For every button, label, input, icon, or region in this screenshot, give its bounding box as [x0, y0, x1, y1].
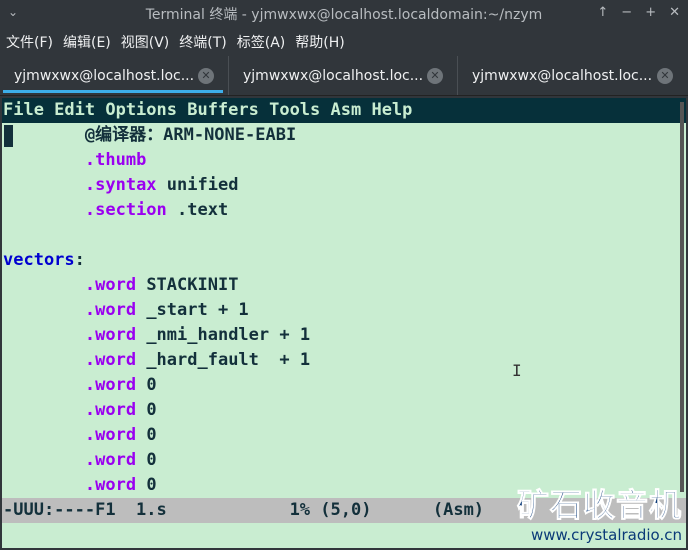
- window-menu-button[interactable]: ⌄: [8, 5, 18, 19]
- tab-label: yjmwxwx@localhost.loc...: [243, 67, 424, 84]
- code-directive: .word: [84, 400, 137, 420]
- maximize-button[interactable]: +: [645, 5, 656, 20]
- code-line: vectors:: [2, 248, 686, 273]
- code-line: .word 0: [2, 448, 686, 473]
- code-line: @编译器：ARM-NONE-EABI: [2, 123, 686, 148]
- menu-file[interactable]: 文件(F): [6, 32, 53, 52]
- code-text: _nmi_handler + 1: [136, 325, 311, 345]
- code-text: .text: [166, 200, 229, 220]
- close-tab-icon[interactable]: ✕: [427, 67, 443, 84]
- keep-above-button[interactable]: ↑: [597, 5, 608, 20]
- code-line: .word 0: [2, 373, 686, 398]
- code-text: 0: [136, 425, 157, 445]
- code-text: STACKINIT: [136, 275, 239, 295]
- text-cursor: [4, 125, 13, 147]
- code-directive: .word: [84, 325, 137, 345]
- code-text: _start + 1: [136, 300, 249, 320]
- code-directive: .word: [84, 300, 137, 320]
- code-line: .syntax unified: [2, 173, 686, 198]
- minimize-button[interactable]: −: [621, 5, 632, 20]
- close-tab-icon[interactable]: ✕: [198, 67, 214, 84]
- code-line: .word 0: [2, 398, 686, 423]
- code-line: .word _nmi_handler + 1: [2, 323, 686, 348]
- emacs-menu-bar[interactable]: File Edit Options Buffers Tools Asm Help: [2, 98, 686, 123]
- title-bar: ⌄ Terminal 终端 - yjmwxwx@localhost.locald…: [0, 0, 688, 28]
- code-text: 0: [136, 375, 157, 395]
- menu-view[interactable]: 视图(V): [121, 32, 170, 52]
- code-line: .word 0: [2, 423, 686, 448]
- code-text: 0: [136, 475, 157, 495]
- code-line: .thumb: [2, 148, 686, 173]
- code-text: 0: [136, 450, 157, 470]
- menu-terminal[interactable]: 终端(T): [179, 32, 226, 52]
- code-directive: .word: [84, 425, 137, 445]
- code-directive: .word: [84, 450, 137, 470]
- code-line: .word _start + 1: [2, 298, 686, 323]
- code-text: _hard_fault + 1: [136, 350, 311, 370]
- tab-2[interactable]: yjmwxwx@localhost.loc... ✕: [229, 56, 458, 95]
- tab-label: yjmwxwx@localhost.loc...: [472, 67, 653, 84]
- menu-tabs[interactable]: 标签(A): [237, 32, 286, 52]
- code-directive: .syntax: [84, 175, 157, 195]
- scrollbar[interactable]: [680, 102, 684, 492]
- tab-bar: yjmwxwx@localhost.loc... ✕ yjmwxwx@localh…: [0, 56, 688, 96]
- watermark-title: 矿石收音机: [516, 486, 682, 525]
- code-directive: .word: [84, 275, 137, 295]
- code-buffer: @编译器：ARM-NONE-EABI .thumb .syntax unifie…: [2, 123, 686, 498]
- menu-bar: 文件(F) 编辑(E) 视图(V) 终端(T) 标签(A) 帮助(H): [0, 28, 688, 56]
- code-line: .word _hard_fault + 1: [2, 348, 686, 373]
- code-line: .section .text: [2, 198, 686, 223]
- window-title: Terminal 终端 - yjmwxwx@localhost.localdom…: [145, 7, 543, 23]
- code-directive: .section: [84, 200, 167, 220]
- code-text: unified: [156, 175, 239, 195]
- code-text: @编译器：ARM-NONE-EABI: [84, 125, 297, 145]
- watermark: 矿石收音机 www.crystalradio.cn: [516, 480, 682, 545]
- ibeam-cursor-icon: I: [512, 361, 522, 380]
- code-text: 0: [136, 400, 157, 420]
- code-directive: .word: [84, 350, 137, 370]
- code-text: :: [74, 250, 85, 270]
- code-line: .word STACKINIT: [2, 273, 686, 298]
- tab-label: yjmwxwx@localhost.loc...: [14, 67, 195, 84]
- watermark-url: www.crystalradio.cn: [530, 526, 682, 544]
- tab-3[interactable]: yjmwxwx@localhost.loc... ✕: [458, 56, 687, 95]
- code-directive: .thumb: [84, 150, 147, 170]
- menu-help[interactable]: 帮助(H): [295, 32, 344, 52]
- code-label: vectors: [3, 250, 75, 270]
- code-directive: .word: [84, 375, 137, 395]
- close-tab-icon[interactable]: ✕: [657, 67, 673, 84]
- code-directive: .word: [84, 475, 137, 495]
- tab-1[interactable]: yjmwxwx@localhost.loc... ✕: [0, 56, 229, 95]
- menu-edit[interactable]: 编辑(E): [63, 32, 111, 52]
- close-button[interactable]: ✕: [669, 5, 680, 20]
